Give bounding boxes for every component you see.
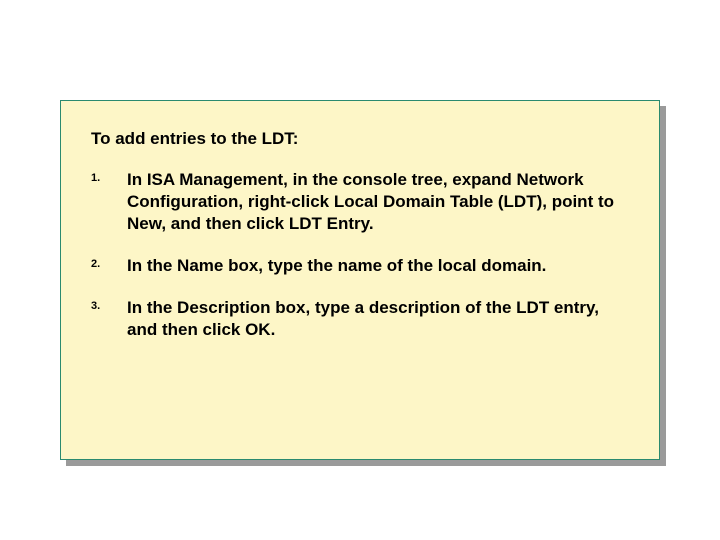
step-number: 3.: [91, 297, 127, 341]
list-item: 1. In ISA Management, in the console tre…: [91, 169, 629, 235]
slide-container: To add entries to the LDT: 1. In ISA Man…: [60, 100, 660, 460]
step-text: In the Description box, type a descripti…: [127, 297, 629, 341]
step-text: In ISA Management, in the console tree, …: [127, 169, 629, 235]
step-number: 2.: [91, 255, 127, 277]
list-item: 2. In the Name box, type the name of the…: [91, 255, 629, 277]
step-number: 1.: [91, 169, 127, 235]
step-text: In the Name box, type the name of the lo…: [127, 255, 629, 277]
list-item: 3. In the Description box, type a descri…: [91, 297, 629, 341]
slide-heading: To add entries to the LDT:: [91, 129, 629, 149]
content-box: To add entries to the LDT: 1. In ISA Man…: [60, 100, 660, 460]
